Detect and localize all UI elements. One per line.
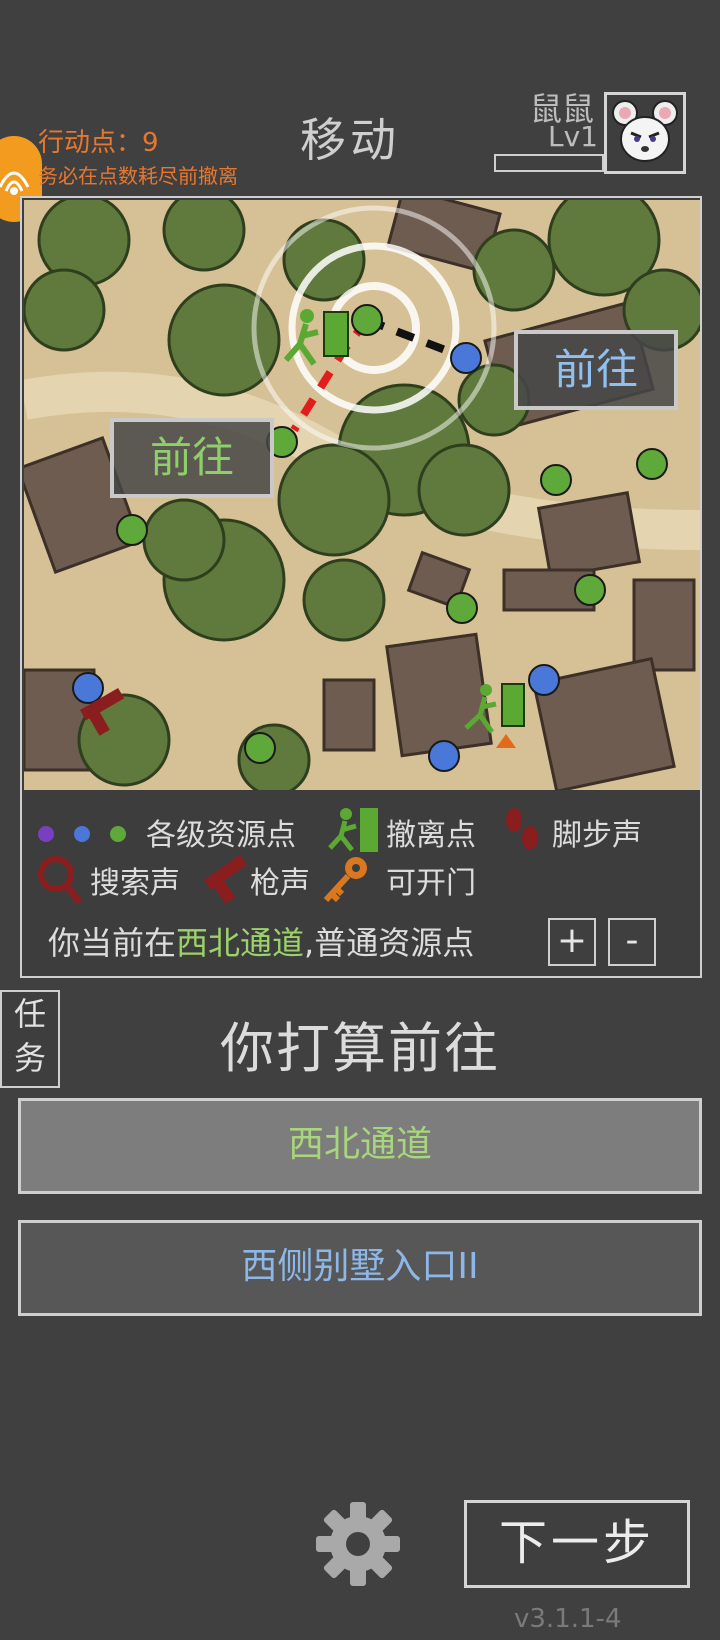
legend-resource: 各级资源点 [146,818,296,853]
map-panel: 前往 前往 各级资源点 撤离点 脚步声 搜索声 枪声 可开门 你当前在西北通道,… [20,196,702,978]
goto-west-label[interactable]: 前往 [110,418,274,498]
evac-legend-icon [328,808,378,852]
action-hint: 务必在点数耗尽前撤离 [38,164,238,188]
footprints-icon [506,808,538,850]
destination-prompt: 你打算前往 [220,1017,500,1080]
destination-option-1[interactable]: 西北通道 [18,1098,702,1194]
current-location: 你当前在西北通道,普通资源点 [48,918,474,964]
zoom-in-button[interactable]: + [548,918,596,966]
legend-evac: 撤离点 [386,818,476,853]
action-points: 行动点：9 [38,128,159,158]
page-title: 移动 [300,113,400,167]
destination-option-2[interactable]: 西侧别墅入口II [18,1220,702,1316]
gear-icon[interactable] [314,1500,402,1588]
exp-bar [494,154,604,172]
legend-footsteps: 脚步声 [552,818,642,853]
legend-gunshot: 枪声 [250,866,310,901]
legend-search: 搜索声 [90,866,180,901]
legend-door: 可开门 [386,866,476,901]
location-name: 西北通道 [176,924,305,962]
player-level: Lv1 [548,120,598,153]
key-icon [323,857,367,903]
map-view[interactable]: 前往 前往 [24,200,700,790]
next-step-button[interactable]: 下一步 [464,1500,690,1588]
mouse-avatar-icon[interactable] [604,92,686,174]
location-prefix: 你当前在 [48,924,177,962]
location-suffix: ,普通资源点 [304,924,475,962]
version-label: v3.1.1-4 [514,1604,622,1634]
resource-level-icon [38,826,126,842]
gun-legend-icon [204,854,247,904]
zoom-out-button[interactable]: - [608,918,656,966]
goto-east-label[interactable]: 前往 [514,330,678,410]
search-icon [38,856,83,905]
